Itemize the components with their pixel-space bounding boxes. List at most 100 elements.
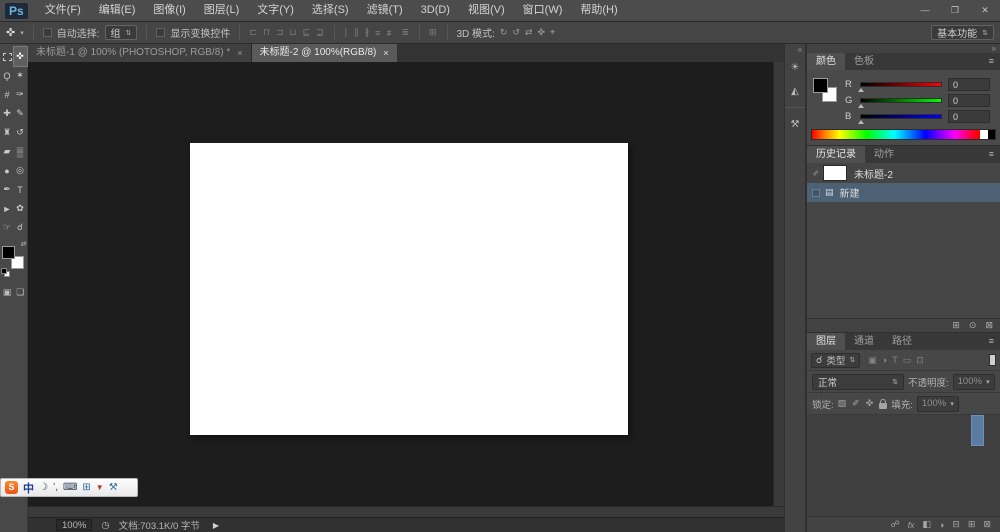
document-canvas[interactable] bbox=[190, 143, 628, 435]
tab-actions[interactable]: 动作 bbox=[865, 146, 903, 163]
eraser-tool[interactable]: ▰ bbox=[1, 142, 14, 161]
clone-stamp-tool[interactable]: ♜ bbox=[1, 123, 14, 142]
menu-item-view[interactable]: 视图(V) bbox=[459, 0, 514, 21]
close-button[interactable]: ✕ bbox=[970, 0, 1000, 21]
tab-close-icon[interactable]: × bbox=[383, 44, 388, 62]
align-right-icon[interactable]: ⊐ bbox=[276, 27, 285, 38]
zoom-tool[interactable]: ☌ bbox=[14, 218, 27, 237]
green-value-field[interactable]: 0 bbox=[948, 93, 990, 107]
spectrum-black-swatch[interactable] bbox=[988, 130, 995, 139]
move-tool[interactable]: ✜ bbox=[12, 46, 28, 67]
magic-wand-tool[interactable]: ✶ bbox=[14, 66, 27, 85]
green-slider[interactable] bbox=[858, 97, 942, 108]
zoom-level-field[interactable]: 100% bbox=[56, 519, 93, 531]
layers-scrollbar-thumb[interactable] bbox=[971, 415, 984, 446]
eyedropper-tool[interactable]: ✑ bbox=[14, 85, 27, 104]
styles-panel-icon[interactable]: ◭ bbox=[785, 79, 805, 103]
adjustments-panel-icon[interactable]: ☀ bbox=[785, 55, 805, 79]
show-transform-checkbox[interactable] bbox=[156, 28, 166, 37]
screen-mode-icon[interactable]: ❏ bbox=[16, 287, 24, 298]
adjustment-layer-icon[interactable]: ◑ bbox=[939, 520, 944, 530]
filter-pixel-layers-icon[interactable]: ▣ bbox=[868, 355, 877, 366]
chinese-mode-toggle[interactable]: 中 bbox=[23, 480, 34, 496]
lasso-tool[interactable]: Ϙ bbox=[1, 66, 14, 85]
filter-shape-layers-icon[interactable]: ▭ bbox=[903, 355, 912, 366]
menu-item-image[interactable]: 图像(I) bbox=[144, 0, 194, 21]
filter-toggle-switch[interactable] bbox=[989, 354, 996, 366]
custom-shape-tool[interactable]: ✿ bbox=[14, 199, 27, 218]
align-bottom-icon[interactable]: ⊒ bbox=[316, 27, 325, 38]
3d-drag-icon[interactable]: ⇄ bbox=[525, 27, 533, 38]
status-flyout-icon[interactable]: ▶ bbox=[209, 521, 223, 530]
color-panel-menu-icon[interactable]: ≡ bbox=[983, 53, 1000, 70]
menu-item-help[interactable]: 帮助(H) bbox=[571, 0, 626, 21]
settings-wrench-icon[interactable]: ⚒ bbox=[109, 482, 118, 493]
distribute-top-icon[interactable]: ∣ bbox=[344, 27, 350, 38]
3d-rotate-icon[interactable]: ↻ bbox=[500, 27, 508, 38]
toolbox-icon[interactable]: ⊞ bbox=[82, 482, 90, 493]
distribute-bottom-icon[interactable]: ∦ bbox=[365, 27, 371, 38]
delete-state-icon[interactable]: ⊠ bbox=[985, 320, 993, 331]
tab-paths[interactable]: 路径 bbox=[883, 333, 921, 350]
workspace-dropdown[interactable]: 基本功能 ⇅ bbox=[931, 25, 994, 40]
align-top-icon[interactable]: ⊔ bbox=[290, 27, 298, 38]
tab-close-icon[interactable]: × bbox=[237, 44, 242, 62]
new-snapshot-icon[interactable]: ⊙ bbox=[969, 320, 977, 331]
history-brush-tool[interactable]: ↺ bbox=[14, 123, 27, 142]
link-layers-icon[interactable]: ☍ bbox=[891, 519, 900, 530]
foreground-color-swatch[interactable] bbox=[813, 78, 828, 93]
foreground-color-swatch[interactable] bbox=[1, 246, 15, 259]
distribute-vcenter-icon[interactable]: ∥ bbox=[354, 27, 360, 38]
filter-smart-objects-icon[interactable]: ⊡ bbox=[916, 355, 924, 366]
tab-history[interactable]: 历史记录 bbox=[807, 146, 865, 163]
layer-style-icon[interactable]: fx bbox=[908, 520, 915, 530]
fill-dropdown[interactable]: 100% ▾ bbox=[916, 395, 959, 412]
layers-list[interactable] bbox=[807, 415, 1000, 516]
new-layer-icon[interactable]: ⊞ bbox=[968, 519, 976, 530]
menu-item-edit[interactable]: 编辑(E) bbox=[90, 0, 145, 21]
skin-icon[interactable]: ▼ bbox=[96, 483, 104, 492]
menu-item-type[interactable]: 文字(Y) bbox=[248, 0, 303, 21]
blue-value-field[interactable]: 0 bbox=[948, 109, 990, 123]
history-brush-source-box[interactable] bbox=[812, 188, 820, 197]
align-vcenter-icon[interactable]: ⊑ bbox=[303, 27, 312, 38]
dodge-tool[interactable]: ◎ bbox=[14, 161, 27, 180]
minimize-button[interactable]: — bbox=[910, 0, 940, 21]
sogou-logo[interactable]: S bbox=[5, 481, 18, 494]
horizontal-scrollbar[interactable] bbox=[28, 506, 784, 517]
align-hcenter-icon[interactable]: ⊓ bbox=[263, 27, 271, 38]
path-selection-tool[interactable]: ► bbox=[1, 199, 14, 218]
menu-item-3d[interactable]: 3D(D) bbox=[412, 0, 459, 21]
restore-button[interactable]: ❐ bbox=[940, 0, 970, 21]
quick-mask-icon[interactable]: ▣ bbox=[3, 287, 12, 298]
soft-keyboard-icon[interactable]: ⌨ bbox=[63, 482, 77, 493]
tool-presets-panel-icon[interactable]: ⚒ bbox=[785, 112, 805, 136]
layers-panel-menu-icon[interactable]: ≡ bbox=[983, 333, 1000, 350]
align-left-icon[interactable]: ⊏ bbox=[249, 27, 258, 38]
tab-untitled-1[interactable]: 未标题-1 @ 100% (PHOTOSHOP, RGB/8) * × bbox=[28, 44, 252, 62]
fullwidth-moon-icon[interactable]: ☽ bbox=[39, 482, 48, 493]
red-value-field[interactable]: 0 bbox=[948, 77, 990, 91]
3d-scale-icon[interactable]: ⌖ bbox=[550, 27, 555, 38]
default-colors-icon[interactable] bbox=[0, 268, 10, 277]
new-group-icon[interactable]: ⊟ bbox=[952, 519, 960, 530]
punctuation-icon[interactable]: ’, bbox=[53, 482, 58, 493]
swap-colors-icon[interactable]: ⇄ bbox=[21, 240, 27, 248]
tab-channels[interactable]: 通道 bbox=[845, 333, 883, 350]
lock-pixels-icon[interactable]: ✐ bbox=[852, 398, 860, 409]
tool-preset-arrow-icon[interactable]: ▾ bbox=[20, 29, 24, 37]
healing-brush-tool[interactable]: ✚ bbox=[1, 104, 14, 123]
canvas-area[interactable] bbox=[28, 62, 784, 506]
color-spectrum-ramp[interactable] bbox=[811, 129, 996, 140]
type-tool[interactable]: T bbox=[14, 180, 27, 199]
auto-select-checkbox[interactable] bbox=[42, 28, 52, 37]
menu-item-select[interactable]: 选择(S) bbox=[303, 0, 358, 21]
brush-tool[interactable]: ✎ bbox=[14, 104, 27, 123]
lock-all-icon[interactable] bbox=[879, 398, 888, 409]
3d-slide-icon[interactable]: ✜ bbox=[537, 27, 545, 38]
tab-untitled-2[interactable]: 未标题-2 @ 100%(RGB/8) × bbox=[251, 44, 397, 62]
spectrum-white-swatch[interactable] bbox=[980, 130, 988, 139]
lock-transparency-icon[interactable]: ▨ bbox=[838, 398, 847, 409]
slider-thumb[interactable] bbox=[858, 87, 864, 92]
history-snapshot-row[interactable]: ✐ 未标题-2 bbox=[807, 163, 1000, 183]
